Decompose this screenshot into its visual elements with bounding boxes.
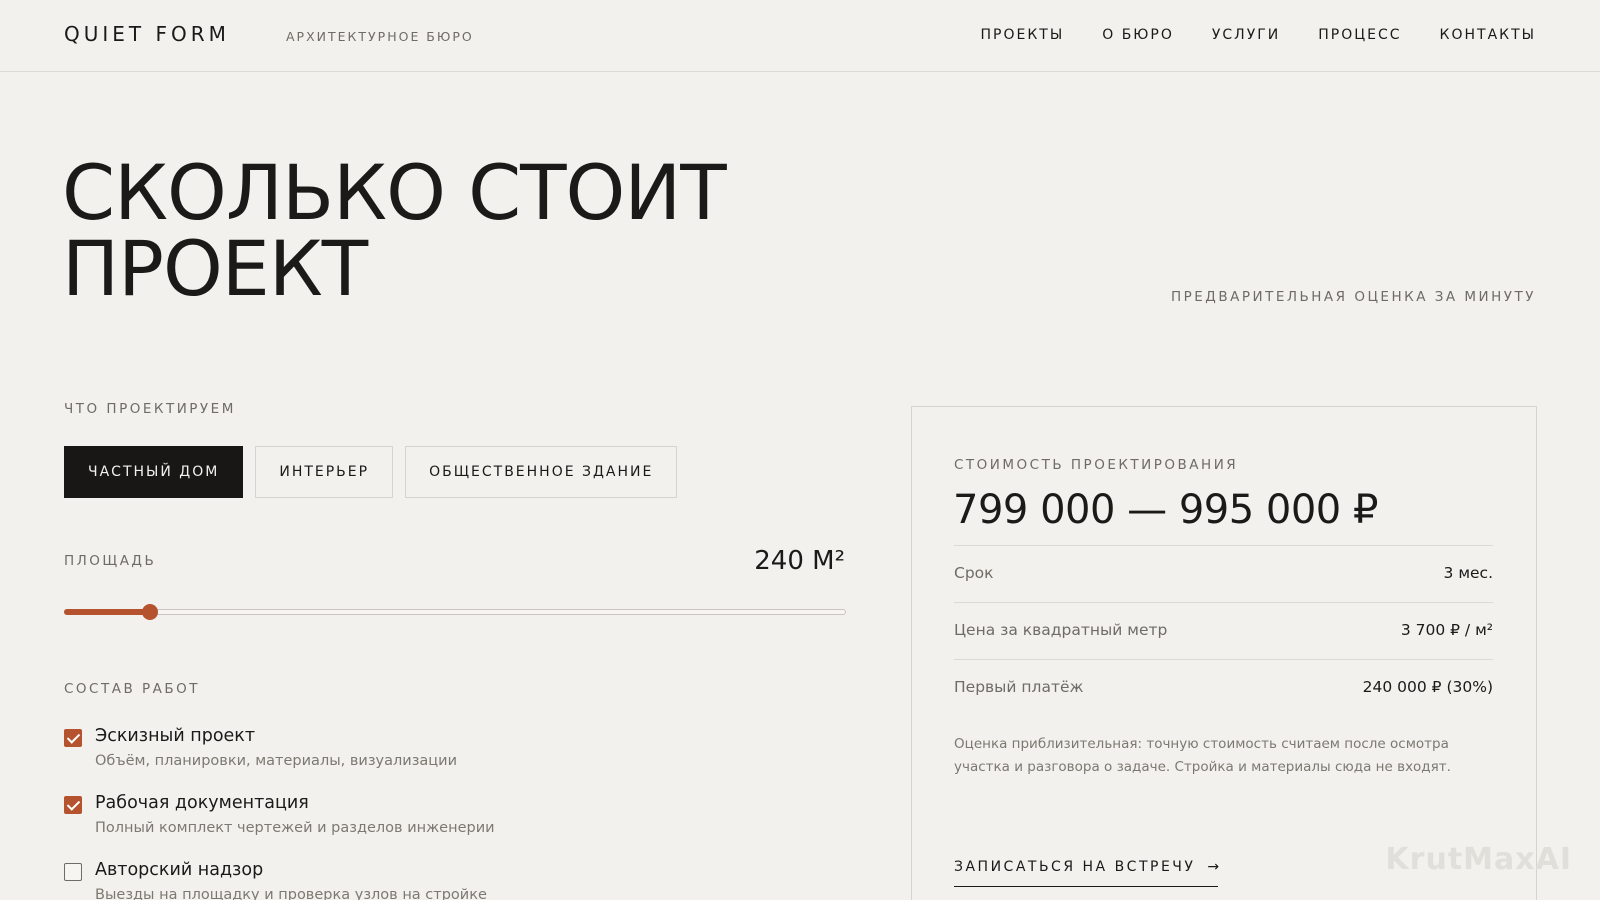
work-desc: Объём, планировки, материалы, визуализац…: [95, 753, 458, 769]
type-tab-interior[interactable]: ИНТЕРЬЕР: [255, 446, 394, 498]
tagline: АРХИТЕКТУРНОЕ БЮРО: [286, 29, 474, 44]
work-title[interactable]: Эскизный проект: [95, 726, 255, 746]
result-label: СТОИМОСТЬ ПРОЕКТИРОВАНИЯ: [954, 457, 1239, 473]
nav-item-projects[interactable]: ПРОЕКТЫ: [981, 27, 1065, 43]
result-row-price-per-meter: Цена за квадратный метр 3 700 ₽ / м²: [954, 602, 1493, 658]
nav-item-about[interactable]: О БЮРО: [1102, 27, 1174, 43]
result-row-duration: Срок 3 мес.: [954, 545, 1493, 601]
book-meeting-button[interactable]: ЗАПИСАТЬСЯ НА ВСТРЕЧУ →: [954, 859, 1222, 887]
work-title[interactable]: Рабочая документация: [95, 793, 309, 813]
book-meeting-label: ЗАПИСАТЬСЯ НА ВСТРЕЧУ: [954, 859, 1196, 875]
sketch-checkbox[interactable]: [64, 729, 82, 747]
nav-item-process[interactable]: ПРОЦЕСС: [1318, 27, 1401, 43]
documentation-checkbox[interactable]: [64, 796, 82, 814]
area-slider-fill: [64, 609, 151, 615]
row-value: 3 700 ₽ / м²: [1400, 621, 1493, 639]
row-value: 3 мес.: [1443, 564, 1493, 582]
main-nav: ПРОЕКТЫ О БЮРО УСЛУГИ ПРОЦЕСС КОНТАКТЫ: [981, 27, 1536, 43]
row-label: Срок: [954, 564, 994, 582]
watermark: KrutMaxAI: [1385, 842, 1572, 877]
area-slider[interactable]: [64, 604, 846, 620]
work-title[interactable]: Авторский надзор: [95, 860, 263, 880]
nav-item-services[interactable]: УСЛУГИ: [1212, 27, 1280, 43]
row-label: Первый платёж: [954, 678, 1084, 696]
result-note: Оценка приблизительная: точную стоимость…: [954, 736, 1451, 775]
arrow-right-icon: →: [1207, 859, 1222, 875]
page-title-line-1: СКОЛЬКО СТОИТ: [62, 148, 727, 237]
row-value: 240 000 ₽ (30%): [1362, 678, 1493, 696]
logo[interactable]: QUIET FORM: [64, 22, 230, 46]
work-desc: Полный комплект чертежей и разделов инже…: [95, 820, 495, 836]
row-label: Цена за квадратный метр: [954, 621, 1168, 639]
page-title: СКОЛЬКО СТОИТ ПРОЕКТ: [62, 148, 727, 313]
page-title-line-2: ПРОЕКТ: [62, 224, 368, 313]
area-label: ПЛОЩАДЬ: [64, 553, 157, 569]
site-header: QUIET FORM АРХИТЕКТУРНОЕ БЮРО ПРОЕКТЫ О …: [0, 0, 1600, 72]
page-subtitle: ПРЕДВАРИТЕЛЬНАЯ ОЦЕНКА ЗА МИНУТУ: [1170, 289, 1536, 305]
type-tab-private-house[interactable]: ЧАСТНЫЙ ДОМ: [64, 446, 244, 498]
type-tabs: ЧАСТНЫЙ ДОМ ИНТЕРЬЕР ОБЩЕСТВЕННОЕ ЗДАНИЕ: [64, 446, 678, 498]
area-slider-track[interactable]: [64, 609, 846, 615]
work-desc: Выезды на площадку и проверка узлов на с…: [95, 887, 487, 900]
area-slider-thumb[interactable]: [142, 604, 159, 620]
nav-item-contacts[interactable]: КОНТАКТЫ: [1440, 27, 1536, 43]
type-label: ЧТО ПРОЕКТИРУЕМ: [64, 401, 236, 417]
result-price: 799 000 — 995 000 ₽: [953, 487, 1378, 533]
result-panel: СТОИМОСТЬ ПРОЕКТИРОВАНИЯ 799 000 — 995 0…: [911, 406, 1537, 900]
type-tab-public-building[interactable]: ОБЩЕСТВЕННОЕ ЗДАНИЕ: [405, 446, 678, 498]
area-value: 240 М²: [754, 546, 845, 576]
result-row-first-payment: Первый платёж 240 000 ₽ (30%): [954, 659, 1493, 715]
supervision-checkbox[interactable]: [64, 863, 82, 881]
works-label: СОСТАВ РАБОТ: [64, 681, 201, 697]
